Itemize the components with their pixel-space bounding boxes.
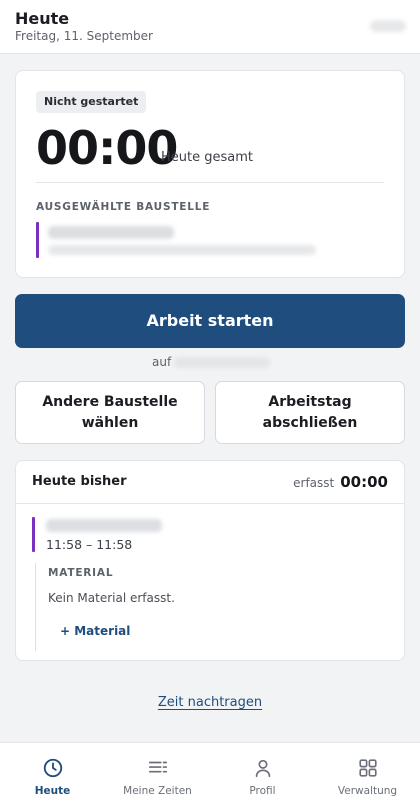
divider bbox=[36, 182, 384, 183]
today-summary-card: Heute bisher erfasst 00:00 11:58 – 11:58… bbox=[15, 460, 405, 661]
site-address-redacted bbox=[48, 245, 316, 255]
bottom-navigation: Heute Meine Zeiten Profil Verwaltung bbox=[0, 742, 420, 804]
add-material-button[interactable]: + Material bbox=[60, 624, 130, 638]
site-name-redacted bbox=[48, 226, 174, 239]
app-header: Heute Freitag, 11. September bbox=[0, 0, 420, 54]
nav-label: Profil bbox=[249, 785, 276, 797]
recorded-total: erfasst 00:00 bbox=[293, 473, 388, 491]
material-label: MATERIAL bbox=[48, 567, 114, 579]
change-site-button[interactable]: Andere Baustelle wählen bbox=[15, 381, 205, 444]
divider bbox=[16, 503, 404, 504]
site-accent-bar bbox=[36, 222, 39, 258]
total-time-label: Heute gesamt bbox=[161, 150, 253, 165]
nav-label: Heute bbox=[34, 785, 71, 797]
backfill-time-link[interactable]: Zeit nachtragen bbox=[158, 695, 262, 710]
total-time: 00:00 bbox=[36, 121, 178, 175]
grid-icon bbox=[358, 759, 377, 777]
material-rail bbox=[35, 563, 36, 651]
person-icon bbox=[255, 759, 270, 778]
start-work-button[interactable]: Arbeit starten bbox=[15, 294, 405, 348]
header-action-redacted[interactable] bbox=[370, 20, 406, 32]
status-card: Nicht gestartet 00:00 Heute gesamt AUSGE… bbox=[15, 70, 405, 278]
status-badge: Nicht gestartet bbox=[36, 91, 147, 113]
nav-label: Verwaltung bbox=[337, 785, 398, 797]
today-title: Heute bisher bbox=[32, 474, 127, 489]
entry-accent-bar bbox=[32, 517, 35, 552]
nav-label: Meine Zeiten bbox=[123, 785, 192, 797]
entry-site-redacted bbox=[46, 519, 162, 532]
recorded-label: erfasst bbox=[293, 476, 335, 490]
nav-item-profil[interactable]: Profil bbox=[210, 743, 315, 804]
page-date: Freitag, 11. September bbox=[15, 29, 153, 43]
clock-icon bbox=[43, 758, 62, 778]
entry-time-range: 11:58 – 11:58 bbox=[46, 537, 133, 552]
start-target-redacted bbox=[174, 357, 270, 368]
material-empty-text: Kein Material erfasst. bbox=[48, 591, 175, 605]
start-target-label: auf bbox=[152, 355, 172, 369]
nav-item-meine-zeiten[interactable]: Meine Zeiten bbox=[105, 743, 210, 804]
nav-item-heute[interactable]: Heute bbox=[0, 743, 105, 804]
backfill-time-link-row: Zeit nachtragen bbox=[0, 695, 420, 710]
nav-item-verwaltung[interactable]: Verwaltung bbox=[315, 743, 420, 804]
finish-day-button[interactable]: Arbeitstag abschließen bbox=[215, 381, 405, 444]
page-title: Heute bbox=[15, 9, 70, 28]
recorded-value: 00:00 bbox=[340, 473, 388, 491]
list-icon bbox=[148, 761, 167, 773]
selected-site-label: AUSGEWÄHLTE BAUSTELLE bbox=[36, 201, 211, 213]
